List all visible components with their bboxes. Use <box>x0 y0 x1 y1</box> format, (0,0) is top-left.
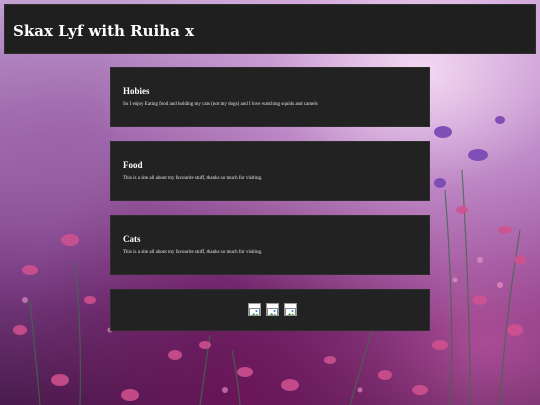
section-card-cats: Cats This is a site all about my favouri… <box>110 215 430 275</box>
section-title: Hobies <box>123 86 150 96</box>
site-title: Skax Lyf with Ruiha x <box>13 22 195 40</box>
site-header: Skax Lyf with Ruiha x <box>4 4 536 54</box>
broken-image-icon[interactable] <box>284 303 297 316</box>
section-card-hobies: Hobies So I enjoy Eating food and holdin… <box>110 67 430 127</box>
section-text: This is a site all about my favourite st… <box>123 250 263 255</box>
broken-image-icon[interactable] <box>248 303 261 316</box>
footer-icon-row <box>248 303 297 316</box>
footer-card <box>110 289 430 331</box>
background-flowers-image <box>13 116 526 405</box>
section-text: So I enjoy Eating food and holding my ca… <box>123 102 318 107</box>
section-title: Cats <box>123 234 141 244</box>
section-text: This is a site all about my favourite st… <box>123 176 263 181</box>
broken-image-icon[interactable] <box>266 303 279 316</box>
section-title: Food <box>123 160 143 170</box>
section-card-food: Food This is a site all about my favouri… <box>110 141 430 201</box>
